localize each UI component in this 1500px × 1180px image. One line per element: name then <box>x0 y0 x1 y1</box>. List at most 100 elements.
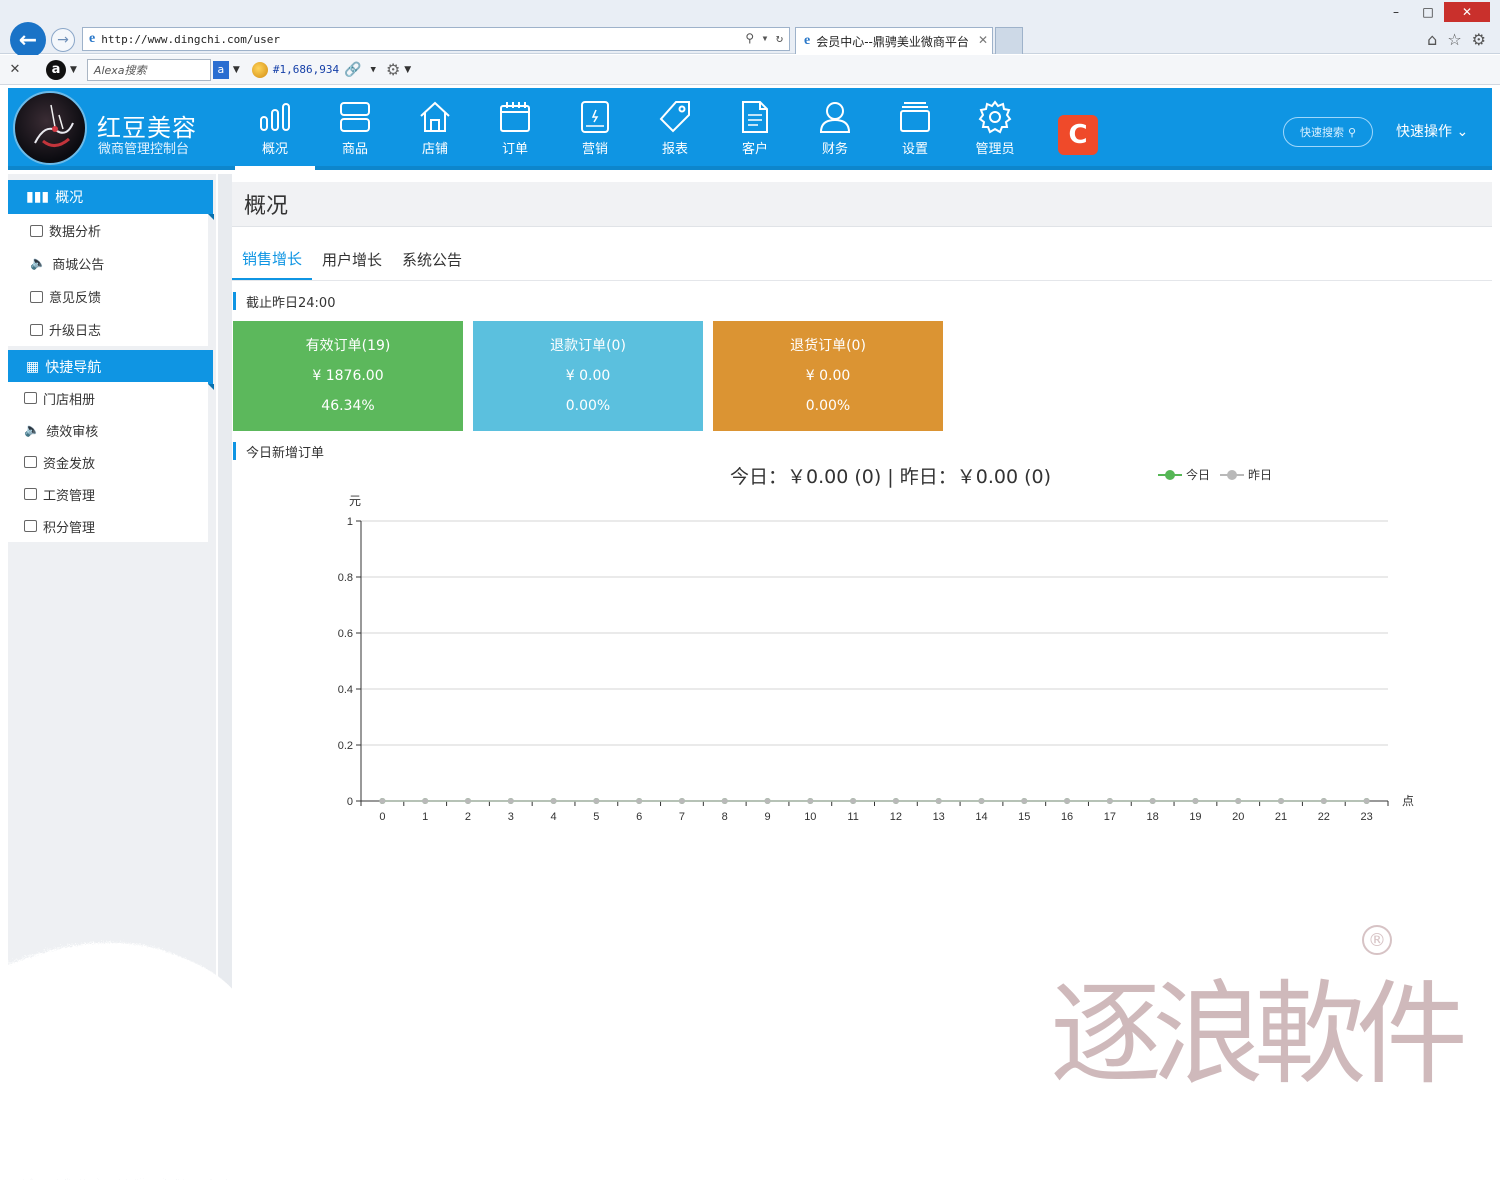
y-tick-label: 0 <box>347 796 353 808</box>
address-tools-icon[interactable]: ⚲ ▾ ↻ <box>745 31 783 45</box>
back-button[interactable]: ← <box>10 22 46 58</box>
maximize-button[interactable]: □ <box>1412 2 1444 22</box>
sidebar-item-feedback[interactable]: 意见反馈 <box>8 280 208 313</box>
brand-logo[interactable] <box>13 91 87 165</box>
link-icon[interactable]: 🔗 <box>344 62 361 78</box>
monitor-icon <box>30 224 43 237</box>
nav-item-customers[interactable]: 客户 <box>715 88 795 168</box>
x-tick-label: 22 <box>1318 811 1330 823</box>
toolbar-gear-icon[interactable]: ⚙ <box>386 60 400 79</box>
x-tick-label: 9 <box>764 811 770 823</box>
folder-icon <box>900 101 930 132</box>
sidebar-item-announcement[interactable]: 🔈 商城公告 <box>8 247 208 280</box>
sidebar-item-funds[interactable]: 资金发放 <box>8 446 208 478</box>
series-point-1 <box>850 798 857 804</box>
nav-item-finance[interactable]: 财务 <box>795 88 875 168</box>
close-tab-icon[interactable]: ✕ <box>978 33 988 47</box>
nav-label: 财务 <box>821 141 848 157</box>
sidebar-group-title: 概况 <box>55 190 84 206</box>
sidebar-group-overview[interactable]: ▮▮▮ 概况 <box>8 180 214 220</box>
forward-button[interactable]: → <box>51 28 75 52</box>
ie-tab-icon: e <box>804 33 811 48</box>
x-tick-label: 13 <box>933 811 945 823</box>
nav-item-settings[interactable]: 设置 <box>875 88 955 168</box>
x-tick-label: 7 <box>679 811 685 823</box>
series-point-1 <box>550 798 557 804</box>
series-point-1 <box>379 798 386 804</box>
browser-right-icons: ⌂ ☆ ⚙ <box>1427 30 1486 49</box>
document-icon <box>742 100 768 133</box>
series-point-1 <box>1149 798 1156 804</box>
nav-item-orders[interactable]: 订单 <box>475 88 555 168</box>
minimize-button[interactable]: – <box>1380 2 1412 22</box>
sidebar-item-changelog[interactable]: 升级日志 <box>8 313 208 346</box>
nav-item-admin[interactable]: 管理员 <box>955 88 1035 168</box>
log-book-icon <box>24 488 37 500</box>
x-tick-label: 5 <box>593 811 599 823</box>
sidebar-group-quicknav[interactable]: ▦ 快捷导航 <box>8 350 214 390</box>
x-axis-label: 点 <box>1402 794 1414 808</box>
y-tick-label: 0.6 <box>338 628 353 640</box>
y-axis-label: 元 <box>349 494 361 508</box>
alexa-search-input[interactable]: Alexa搜索 <box>86 58 211 81</box>
alexa-logo-icon[interactable]: a <box>46 59 66 80</box>
comment-icon <box>30 290 43 303</box>
c-badge-icon[interactable]: C <box>1058 115 1098 155</box>
sidebar-item-performance[interactable]: 🔈 绩效审核 <box>8 414 208 446</box>
log-book-icon <box>24 520 37 532</box>
alexa-search-icon[interactable]: a <box>212 60 229 79</box>
close-toolbar-icon[interactable]: ✕ <box>0 62 30 77</box>
sidebar-item-label: 数据分析 <box>49 225 102 240</box>
series-point-1 <box>1235 798 1242 804</box>
nav-item-store[interactable]: 店铺 <box>395 88 475 168</box>
sidebar-item-album[interactable]: 门店相册 <box>8 382 208 414</box>
main-nav: 概况 商品 店铺 订单 营销 报表 客户 财务 设置 管理员 <box>235 88 1035 170</box>
sidebar-item-label: 商城公告 <box>52 258 105 273</box>
speaker-icon: 🔈 <box>30 256 47 271</box>
nav-label: 店铺 <box>421 141 448 157</box>
series-point-1 <box>1192 798 1199 804</box>
alexa-toolbar: ✕ a ▼ Alexa搜索 a ▼ #1,686,934 🔗 ▼ ⚙ ▼ <box>0 55 1500 85</box>
sidebar-item-analysis[interactable]: 数据分析 <box>8 214 208 247</box>
tablet-icon <box>581 100 609 133</box>
bar-chart-icon: ▮▮▮ <box>26 189 50 205</box>
settings-gear-icon[interactable]: ⚙ <box>1472 30 1486 49</box>
tab-title: 会员中心--鼎骋美业微商平台 <box>816 34 969 49</box>
product-icon <box>340 101 370 132</box>
nav-label: 营销 <box>581 141 608 157</box>
favorites-star-icon[interactable]: ☆ <box>1447 30 1461 49</box>
quick-ops-dropdown[interactable]: 快速操作 ⌄ <box>1396 121 1468 141</box>
user-icon <box>819 101 851 133</box>
x-tick-label: 20 <box>1232 811 1244 823</box>
gear-chevron-icon[interactable]: ▼ <box>404 65 411 75</box>
quick-search-label: 快速搜索 <box>1299 126 1344 139</box>
alexa-menu-chevron-icon[interactable]: ▼ <box>70 65 77 75</box>
nav-item-overview[interactable]: 概况 <box>235 88 315 170</box>
close-window-button[interactable]: ✕ <box>1444 2 1490 22</box>
sidebar-item-salary[interactable]: 工资管理 <box>8 478 208 510</box>
sidebar-list-overview: 数据分析 🔈 商城公告 意见反馈 升级日志 <box>8 214 208 346</box>
home-icon[interactable]: ⌂ <box>1427 30 1437 49</box>
new-tab-button[interactable] <box>995 27 1023 54</box>
log-book-icon <box>30 323 43 336</box>
monitor-icon <box>24 392 37 404</box>
series-point-1 <box>1106 798 1113 804</box>
x-tick-label: 1 <box>422 811 428 823</box>
y-tick-label: 0.8 <box>338 572 353 584</box>
nav-item-marketing[interactable]: 营销 <box>555 88 635 168</box>
sidebar-item-label: 积分管理 <box>43 520 96 536</box>
browser-tab[interactable]: e 会员中心--鼎骋美业微商平台 ✕ <box>795 27 993 54</box>
quick-search-button[interactable]: 快速搜索 ⚲ <box>1283 117 1373 147</box>
bar-chart-icon <box>260 102 290 131</box>
nav-item-reports[interactable]: 报表 <box>635 88 715 168</box>
alexa-rank[interactable]: #1,686,934 🔗 ▼ <box>251 61 376 78</box>
home-icon <box>420 101 450 132</box>
sidebar-item-points[interactable]: 积分管理 <box>8 510 208 542</box>
y-tick-label: 0.4 <box>338 684 353 696</box>
x-tick-label: 0 <box>379 811 385 823</box>
alexa-search-chevron-icon[interactable]: ▼ <box>233 65 240 75</box>
rank-chevron-icon[interactable]: ▼ <box>371 65 376 75</box>
address-bar[interactable]: e http://www.dingchi.com/user ⚲ ▾ ↻ <box>82 27 790 51</box>
nav-item-products[interactable]: 商品 <box>315 88 395 168</box>
x-tick-label: 17 <box>1104 811 1116 823</box>
